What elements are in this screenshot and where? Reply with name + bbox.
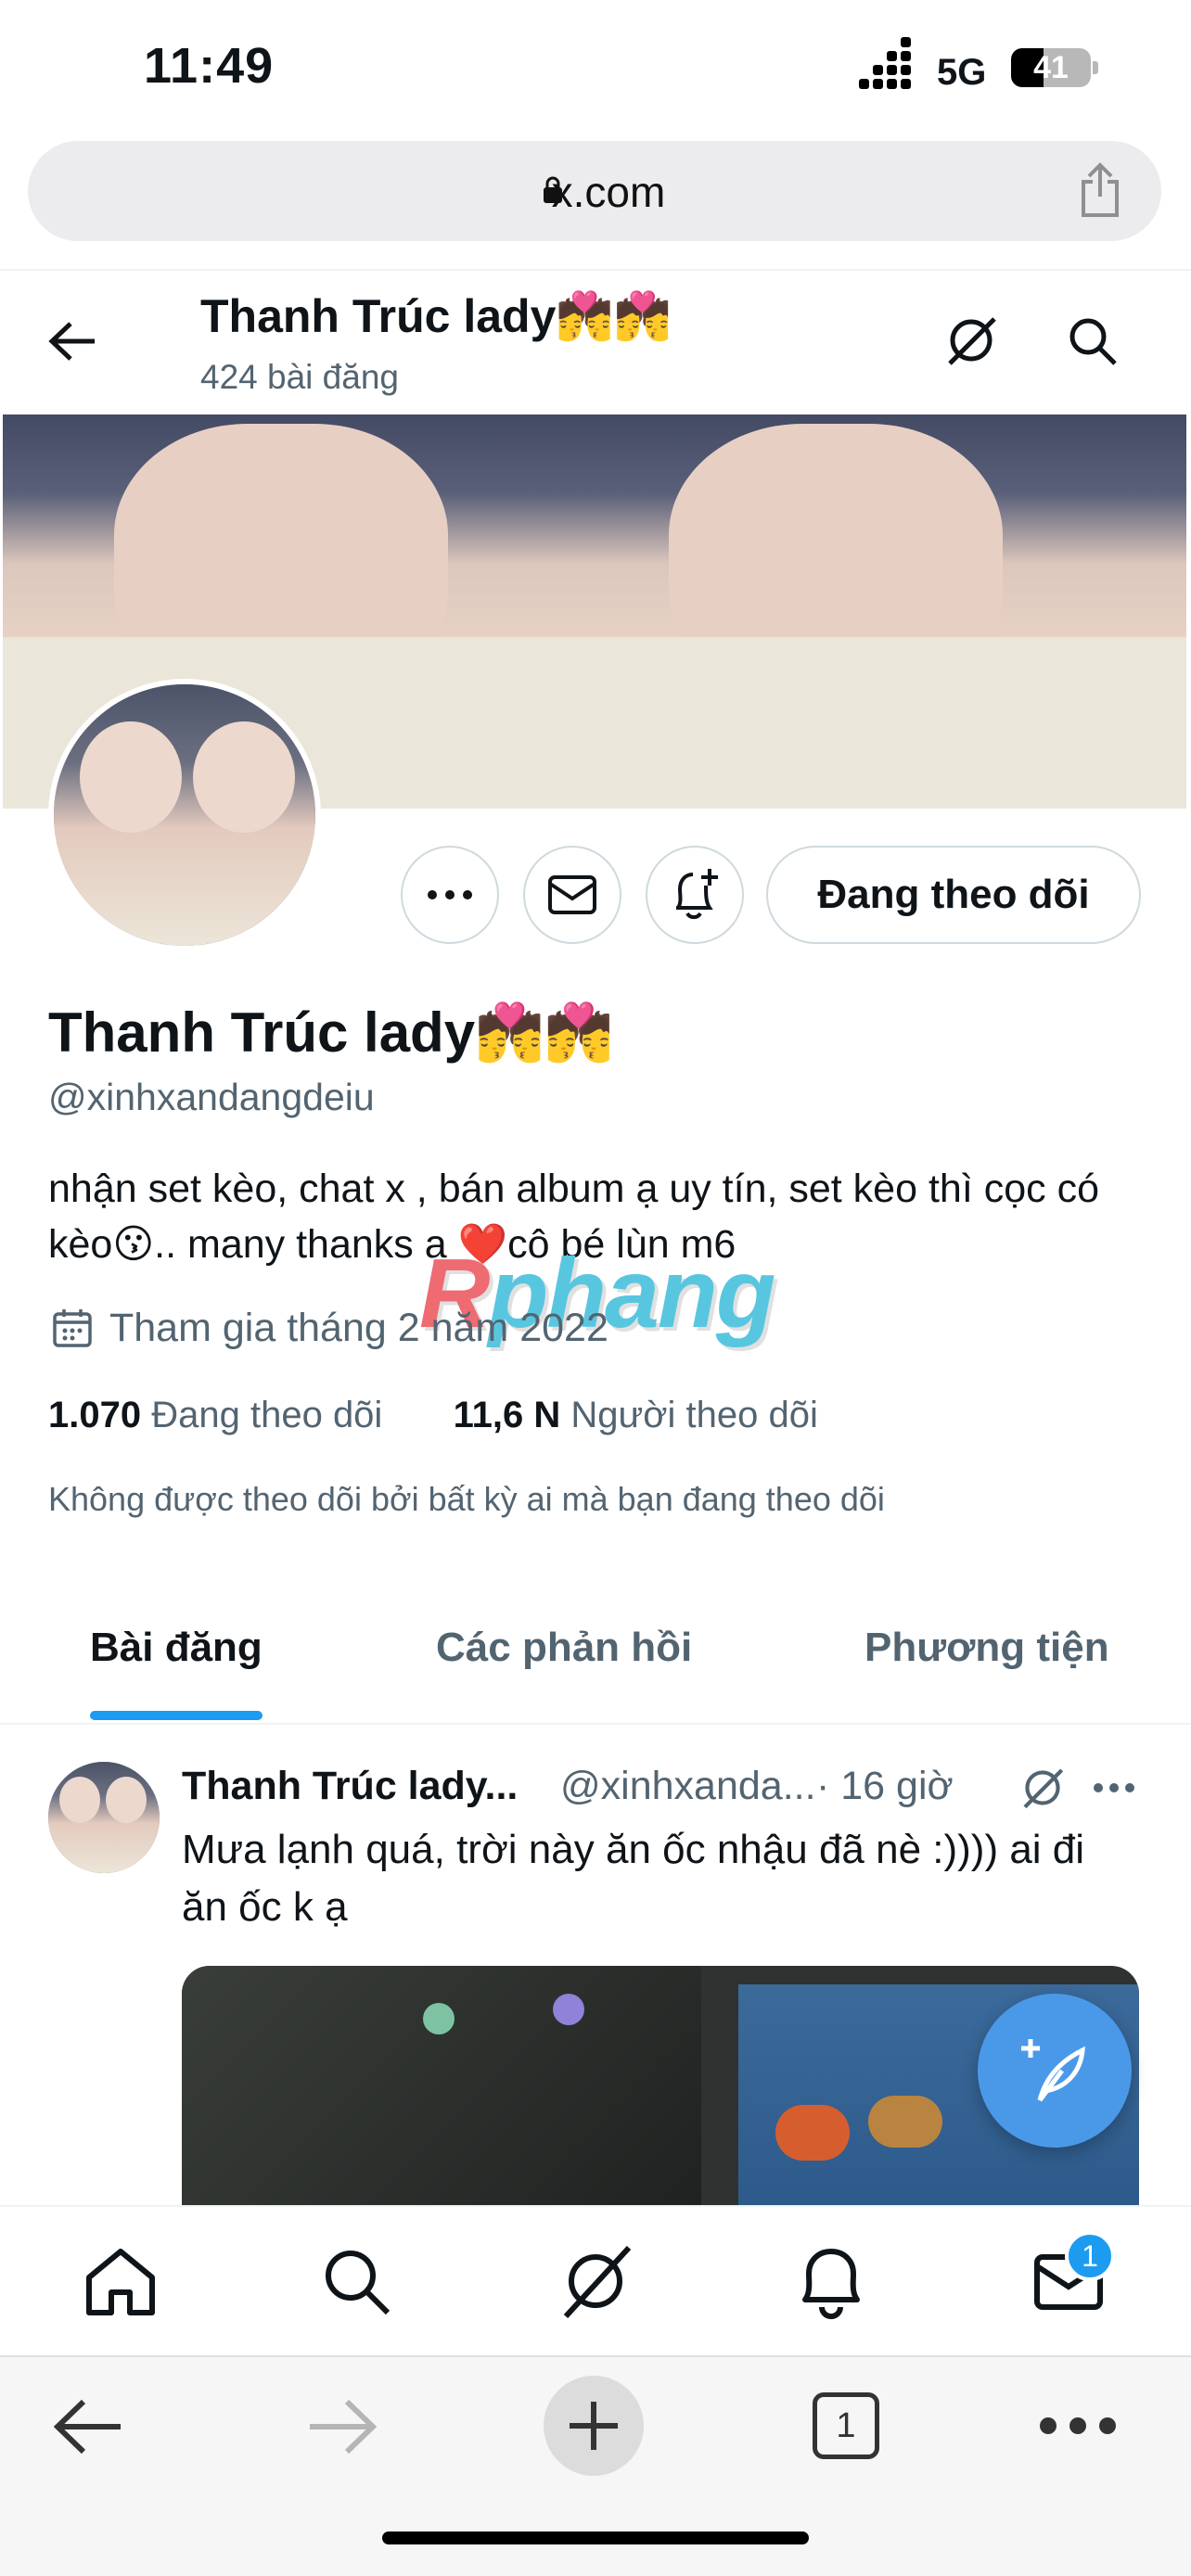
header-post-count: 424 bài đăng [200,358,399,396]
more-options-button[interactable] [401,846,499,944]
compose-feather-icon [1021,2039,1085,2102]
tab-switcher-button[interactable]: 1 [813,2392,879,2459]
compose-post-button[interactable] [978,1994,1132,2148]
network-type: 5G [937,52,987,93]
browser-forward-icon[interactable] [306,2398,377,2455]
notifications-icon[interactable] [792,2242,870,2320]
share-icon[interactable] [1076,161,1124,219]
search-icon[interactable] [1067,315,1119,367]
header-title: Thanh Trúc lady💏💏 [200,290,672,342]
search-icon[interactable] [317,2242,395,2320]
bottom-navigation [0,2205,1191,2353]
post-author-name[interactable]: Thanh Trúc lady... [182,1764,518,1809]
bell-plus-icon [676,869,718,920]
grok-icon[interactable] [557,2242,634,2320]
battery-cap [1093,61,1098,74]
mail-icon [548,875,596,914]
post-more-icon[interactable] [1093,1782,1135,1793]
following-count: 1.070 [48,1395,142,1435]
tab-replies[interactable]: Các phản hồi [436,1625,692,1671]
tab-media[interactable]: Phương tiện [864,1625,1109,1671]
battery-icon: 41 [1011,48,1091,87]
address-bar[interactable]: x.com [28,141,1161,241]
messages-badge: 1 [1065,2231,1115,2281]
more-icon [428,890,472,899]
url-text: x.com [551,168,666,216]
post-avatar[interactable] [48,1762,160,1873]
plus-icon [570,2402,618,2450]
post-author-handle[interactable]: @xinhxanda... [560,1764,816,1809]
notify-button[interactable] [646,846,744,944]
signal-icon [859,37,920,91]
profile-avatar[interactable] [48,679,321,951]
message-button[interactable] [523,846,621,944]
browser-back-icon[interactable] [54,2398,124,2455]
divider [0,1723,1191,1725]
followers-link[interactable]: 11,6 N Người theo dõi [454,1395,818,1435]
profile-handle: @xinhxandangdeiu [48,1076,375,1118]
home-indicator [382,2531,809,2544]
home-icon[interactable] [82,2242,160,2320]
grok-icon[interactable] [1020,1766,1065,1810]
grok-icon[interactable] [944,313,998,367]
active-tab-indicator [90,1711,263,1720]
post-text: Mưa lạnh quá, trời này ăn ốc nhậu đã nè … [182,1827,1085,1930]
following-button[interactable]: Đang theo dõi [766,846,1141,944]
following-label: Đang theo dõi [151,1395,383,1435]
post-timestamp[interactable]: · 16 giờ [816,1764,954,1809]
battery-level: 41 [1033,50,1069,85]
not-followed-note: Không được theo dõi bởi bất kỳ ai mà bạn… [48,1480,885,1518]
calendar-icon [53,1309,92,1347]
following-link[interactable]: 1.070 Đang theo dõi [48,1395,382,1435]
followers-label: Người theo dõi [570,1395,818,1435]
back-arrow-icon[interactable] [48,320,96,363]
status-time: 11:49 [144,38,275,94]
tab-posts[interactable]: Bài đăng [90,1625,263,1671]
join-date: Tham gia tháng 2 năm 2022 [109,1306,608,1350]
browser-menu-icon[interactable] [1039,2417,1117,2435]
follow-stats: 1.070 Đang theo dõi 11,6 N Người theo dõ… [48,1395,818,1436]
new-tab-button[interactable] [544,2376,644,2476]
profile-display-name: Thanh Trúc lady💏💏 [48,1001,614,1064]
followers-count: 11,6 N [453,1395,561,1435]
divider [0,269,1191,271]
